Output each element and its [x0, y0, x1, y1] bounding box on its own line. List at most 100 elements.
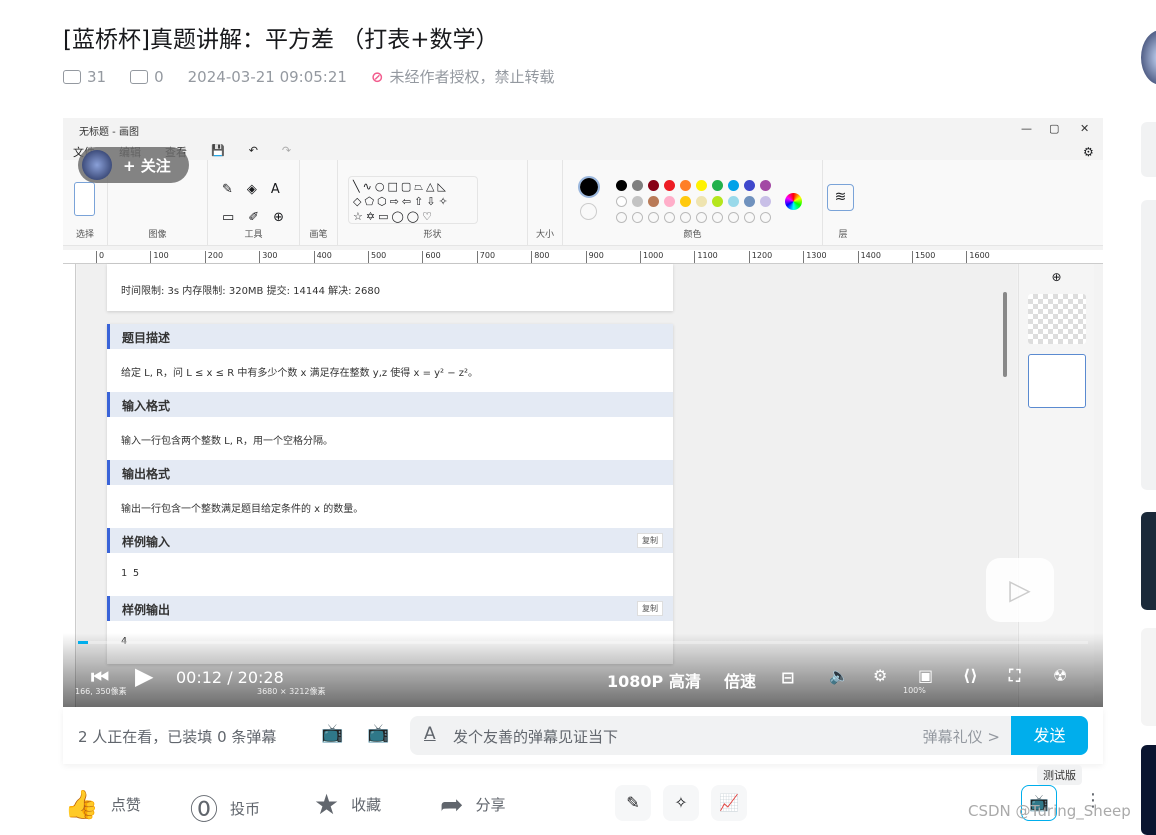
tools-icons: ✎◈A ▭✐⊕: [222, 182, 299, 225]
fullscreen-icon[interactable]: ☢: [1053, 666, 1067, 685]
volume-icon[interactable]: 🔈: [829, 666, 849, 685]
layer-thumbnail[interactable]: [1027, 294, 1086, 344]
palette-color-swatch: [632, 180, 643, 191]
coin-button[interactable]: ⓪ 投币: [190, 788, 260, 828]
group-label: 工具: [244, 230, 263, 240]
group-label: 形状: [423, 230, 442, 240]
widescreen-icon[interactable]: ⟨⟩: [963, 666, 978, 685]
ruler-tick-label: 100: [150, 251, 169, 263]
palette-color-swatch: [744, 196, 755, 207]
web-fullscreen-icon[interactable]: ⛶: [1009, 666, 1020, 686]
palette-color-swatch: [632, 212, 643, 223]
quality-button[interactable]: 1080P 高清: [607, 668, 701, 692]
color2-swatch: [580, 203, 597, 220]
cursor-position: 166, 350像素: [75, 687, 127, 696]
recommend-thumbnail[interactable]: [1141, 512, 1156, 610]
color1-swatch: [578, 176, 600, 198]
section-header: 输入格式: [107, 392, 673, 417]
like-label: 点赞: [110, 796, 141, 814]
ruler-tick-label: 400: [313, 251, 332, 263]
palette-color-swatch: [680, 180, 691, 191]
color-picker-icon: [785, 193, 802, 210]
section-title: 输入格式: [122, 399, 171, 413]
paint-menu: 文件 编辑 查看 💾↶↷: [63, 140, 1103, 160]
favorite-label: 收藏: [351, 796, 382, 814]
group-label: 大小: [535, 230, 554, 240]
palette-color-swatch: [728, 212, 739, 223]
danmaku-placeholder: 发个友善的弹幕见证当下: [453, 728, 619, 746]
section-body: 输出一行包含一个整数满足题目给定条件的 x 的数量。: [121, 504, 364, 515]
video-player[interactable]: 无标题 - 画图 — ▢ ✕ 文件 编辑 查看 💾↶↷ ⚙ 选择 图像 ✎◈A▭…: [63, 118, 1103, 707]
send-button[interactable]: 发送: [1011, 716, 1088, 755]
select-tool-icon: [74, 182, 95, 216]
follow-button[interactable]: + 关注: [78, 147, 189, 183]
ruler-tick-label: 1200: [748, 251, 772, 263]
palette-color-swatch: [664, 180, 675, 191]
palette-color-swatch: [664, 212, 675, 223]
note-button[interactable]: ✎: [615, 785, 651, 821]
copy-button[interactable]: 复制: [637, 533, 663, 548]
limits-card: 时间限制: 3s 内存限制: 320MB 提交: 14144 解决: 2680: [107, 264, 673, 311]
danmaku-settings-icon[interactable]: 📺: [367, 723, 389, 744]
share-label: 分享: [475, 796, 506, 814]
settings-gear-icon[interactable]: ⚙: [873, 666, 887, 685]
uploader-avatar[interactable]: [1141, 30, 1156, 85]
recommend-thumbnail[interactable]: [1141, 628, 1156, 726]
pip-icon[interactable]: ▣: [918, 666, 933, 685]
ruler-tick-label: 900: [585, 251, 604, 263]
danmaku-bar: 2 人正在看，已装填 0 条弹幕 📺 📺 A 发个友善的弹幕见证当下 弹幕礼仪 …: [63, 707, 1103, 764]
palette-color-swatch: [744, 180, 755, 191]
problem-card: 题目描述 给定 L, R，问 L ≤ x ≤ R 中有多少个数 x 满足存在整数 …: [107, 324, 673, 664]
ruler-tick-label: 1100: [694, 251, 718, 263]
danmaku-etiquette-link[interactable]: 弹幕礼仪 >: [923, 726, 1000, 747]
paint-titlebar: 无标题 - 画图: [63, 118, 1103, 140]
sidebar-panel: [1141, 200, 1156, 490]
palette-color-swatch: [616, 196, 627, 207]
subtitle-icon[interactable]: ⊟: [781, 668, 794, 687]
coin-label: 投币: [230, 799, 261, 818]
play-count-icon: [63, 69, 81, 84]
restore-icon: ▢: [1049, 122, 1060, 135]
danmaku-input[interactable]: A 发个友善的弹幕见证当下 弹幕礼仪 >: [410, 716, 1012, 755]
group-label: 层: [838, 230, 848, 240]
minimize-icon: —: [1021, 122, 1032, 135]
like-button[interactable]: 👍 点赞: [64, 788, 141, 821]
progress-fill: [78, 641, 89, 644]
ruler-tick-label: 1500: [912, 251, 935, 263]
copy-button[interactable]: 复制: [637, 601, 663, 616]
share-arrow-icon: ➦: [440, 788, 464, 821]
chart-icon: 📈: [719, 793, 739, 812]
section-header: 题目描述: [107, 324, 673, 349]
copyright-notice: 未经作者授权，禁止转载: [389, 68, 555, 86]
play-button[interactable]: ▶: [135, 662, 153, 690]
redo-icon: ↷: [281, 144, 292, 157]
ruler-tick-label: 1600: [966, 251, 990, 263]
share-button[interactable]: ➦ 分享: [440, 788, 505, 821]
favorite-button[interactable]: ★ 收藏: [314, 788, 381, 821]
progress-bar[interactable]: [78, 641, 1088, 644]
layer-thumbnail-active[interactable]: [1027, 354, 1086, 408]
group-tools: ✎◈A ▭✐⊕ 工具: [208, 160, 300, 246]
stats-button[interactable]: 📈: [711, 785, 747, 821]
horizontal-ruler: 0 100 200 300 400 500 600 700 800 900 1000 1100 1200…: [63, 250, 1103, 264]
text-style-icon[interactable]: A: [424, 724, 436, 744]
palette-color-swatch: [712, 180, 723, 191]
save-icon: 💾: [211, 144, 225, 157]
group-label: 选择: [75, 230, 94, 240]
video-title: [蓝桥杯]真题讲解：平方差 （打表+数学）: [63, 27, 499, 53]
canvas-scrollbar[interactable]: [1003, 292, 1007, 377]
danmaku-toggle-icon[interactable]: 📺: [321, 723, 343, 744]
palette-color-swatch: [760, 212, 771, 223]
palette-color-swatch: [680, 212, 691, 223]
recommend-thumbnail[interactable]: [1141, 745, 1156, 835]
settings-icon: ⚙: [1083, 145, 1094, 159]
close-icon: ✕: [1080, 122, 1090, 135]
palette-color-swatch: [632, 196, 643, 207]
palette-color-swatch: [696, 196, 707, 207]
palette-color-swatch: [664, 196, 675, 207]
ruler-tick-label: 600: [422, 251, 441, 263]
charge-button[interactable]: ✧: [663, 785, 699, 821]
thumbs-up-icon: 👍: [64, 788, 99, 821]
time-display: 00:12 / 20:28: [176, 668, 284, 687]
speed-button[interactable]: 倍速: [724, 668, 756, 692]
